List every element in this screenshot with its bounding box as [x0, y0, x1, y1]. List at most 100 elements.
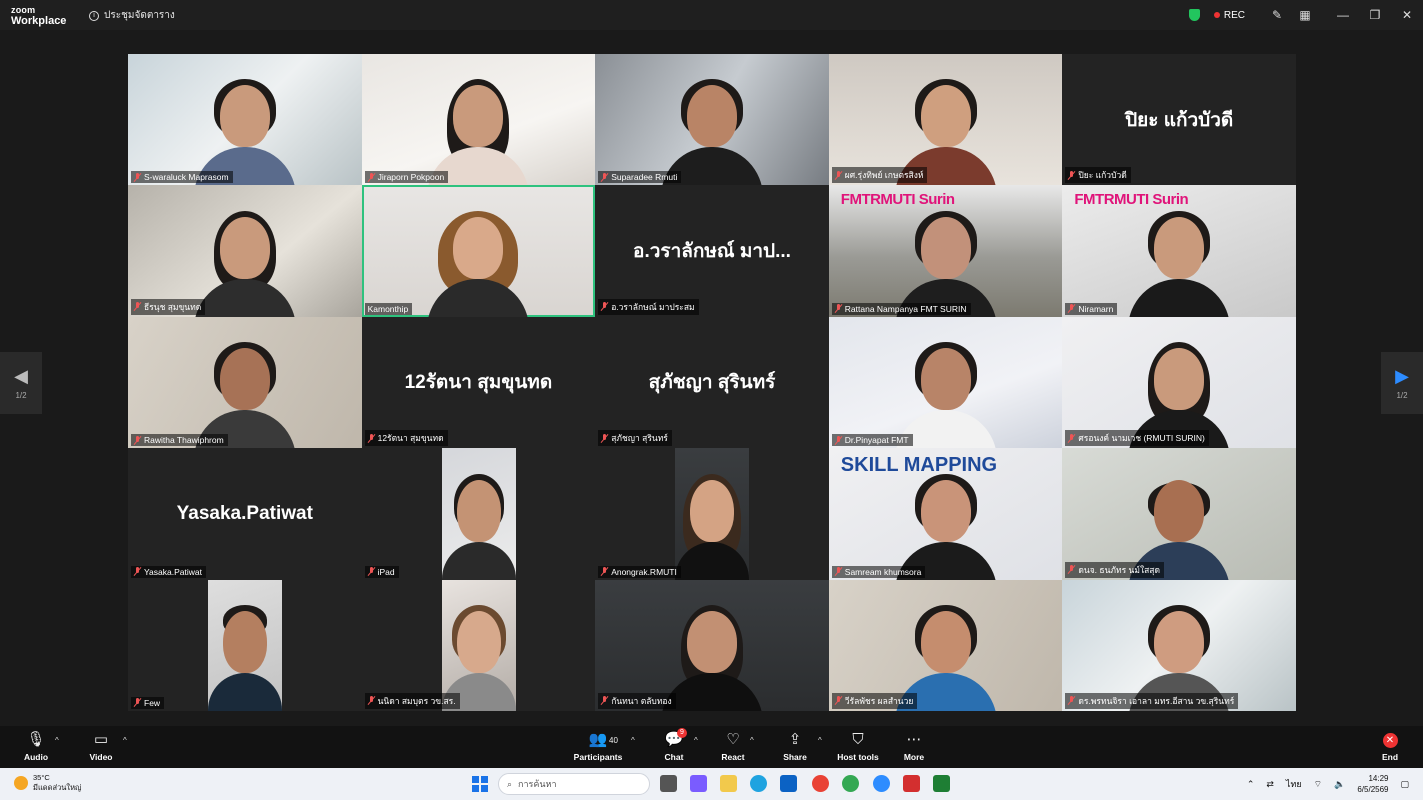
- participants-button[interactable]: 👥 Participants: [567, 730, 629, 762]
- name-tag: ผศ.รุ่งทิพย์ เกษตรสิงห์: [831, 167, 928, 184]
- chat-button[interactable]: 💬 Chat: [644, 730, 704, 762]
- participant-tile[interactable]: Few: [128, 579, 362, 711]
- participant-tile[interactable]: Yasaka.Patiwat Yasaka.Patiwat: [128, 448, 362, 580]
- chevron-up-icon[interactable]: ⌃: [1247, 779, 1255, 790]
- react-button[interactable]: ♡ React: [703, 730, 763, 762]
- name-tag: กันทนา ตลับทอง: [598, 692, 676, 709]
- participant-tile[interactable]: ผศ.รุ่งทิพย์ เกษตรสิงห์: [828, 54, 1063, 186]
- notification-icon[interactable]: ▢: [1400, 779, 1409, 790]
- participant-figure: [441, 468, 516, 580]
- participant-display-name: Yasaka.Patiwat: [176, 502, 313, 524]
- language-switch-icon[interactable]: ⇄: [1266, 779, 1274, 790]
- pdf-reader-icon[interactable]: [903, 775, 920, 792]
- participant-tile[interactable]: ศรอนงค์ นามเวช (RMUTI SURIN): [1062, 316, 1296, 449]
- participant-tile[interactable]: ดร.พรทนจิรา เอาลา มทร.อีสาน วข.สุรินทร์: [1062, 579, 1296, 711]
- participant-tile[interactable]: iPad: [361, 448, 596, 580]
- speaker-icon[interactable]: 🔈: [1334, 779, 1345, 790]
- arrow-right-icon: ▶: [1395, 365, 1409, 386]
- name-tag: Suparadee Rmuti: [598, 171, 682, 184]
- participant-name: Anongrak.RMUTI: [611, 566, 677, 577]
- search-placeholder: การค้นหา: [518, 779, 557, 789]
- shield-icon: ⛉: [852, 731, 864, 748]
- gallery-grid: S-waraluck Maprasom Jiraporn Pokpoon Sup…: [128, 54, 1296, 711]
- restore-button[interactable]: ❐: [1359, 8, 1391, 22]
- participant-video: [423, 73, 533, 186]
- close-window-button[interactable]: ✕: [1391, 8, 1423, 22]
- participant-tile[interactable]: S-waraluck Maprasom: [128, 54, 362, 186]
- chat-options-caret-icon[interactable]: ^: [694, 736, 698, 745]
- wifi-icon[interactable]: ⌔: [1314, 779, 1322, 790]
- participant-name: ศรอนงค์ นามเวช (RMUTI SURIN): [1078, 433, 1205, 444]
- sun-icon: [14, 776, 28, 790]
- participant-tile[interactable]: FMTRMUTI Surin Rattana Nampanya FMT SURI…: [828, 185, 1063, 317]
- participant-tile[interactable]: Jiraporn Pokpoon: [361, 54, 596, 186]
- zoom-logo: zoom Workplace: [11, 5, 66, 27]
- more-button[interactable]: ⋯ More: [884, 730, 944, 762]
- participant-tile[interactable]: สุภัชญา สุรินทร์ สุภัชญา สุรินทร์: [595, 316, 829, 449]
- taskbar-search[interactable]: ⌕ การค้นหา: [498, 773, 650, 795]
- share-button[interactable]: ⇪ Share: [765, 730, 825, 762]
- participant-tile[interactable]: FMTRMUTI Surin Niramarn: [1062, 185, 1296, 317]
- input-language[interactable]: ไทย: [1286, 777, 1302, 791]
- participant-tile[interactable]: Anongrak.RMUTI: [595, 448, 829, 580]
- copilot-icon[interactable]: [690, 775, 707, 792]
- name-tag: ศรอนงค์ นามเวช (RMUTI SURIN): [1065, 430, 1209, 447]
- end-meeting-button[interactable]: ✕ End: [1360, 730, 1420, 762]
- gallery-grid-icon[interactable]: ▦: [1291, 8, 1319, 22]
- edge-browser-icon[interactable]: [750, 775, 767, 792]
- clock-date: 6/5/2569: [1357, 785, 1389, 794]
- participant-tile[interactable]: อ.วราลักษณ์ มาป... อ.วราลักษณ์ มาประสม: [595, 185, 829, 317]
- logo-line-1: zoom: [11, 5, 36, 15]
- next-page-button[interactable]: ▶ 1/2: [1381, 352, 1423, 414]
- recording-indicator[interactable]: REC: [1213, 10, 1245, 21]
- participant-tile[interactable]: Dr.Pinyapat FMT: [828, 316, 1063, 449]
- participant-tile[interactable]: นนิดา สมบุตร วข.สร.: [361, 579, 596, 711]
- meeting-toolbar: 🎙 Audio ^ ▭ Video ^ 👥 Participants 40 ^ …: [0, 726, 1423, 768]
- task-view-icon[interactable]: [660, 775, 677, 792]
- participant-video: [891, 468, 1001, 580]
- security-shield-icon[interactable]: [1188, 9, 1200, 21]
- participant-tile[interactable]: SKILL MAPPING Samream khumsora: [828, 448, 1063, 580]
- minimize-button[interactable]: —: [1327, 8, 1359, 22]
- participant-tile[interactable]: 12รัตนา สุมขุนทด 12รัตนา สุมขุนทด: [361, 316, 596, 449]
- chrome-profile-icon[interactable]: [842, 775, 859, 792]
- name-tag: นนิดา สมบุตร วข.สร.: [364, 692, 460, 709]
- host-tools-button[interactable]: ⛉ Host tools: [828, 730, 888, 762]
- previous-page-button[interactable]: ◀ 1/2: [0, 352, 42, 414]
- meeting-info[interactable]: i ประชุมจัดตาราง: [89, 8, 175, 23]
- video-button[interactable]: ▭ Video: [71, 730, 131, 762]
- weather-widget[interactable]: 35°C มีแดดส่วนใหญ่: [14, 773, 81, 793]
- participant-tile-active-speaker[interactable]: Kamonthip: [361, 185, 596, 317]
- participant-tile[interactable]: ปิยะ แก้วบัวดี ปิยะ แก้วบัวดี: [1062, 54, 1296, 186]
- participant-name: ดร.พรทนจิรา เอาลา มทร.อีสาน วข.สุรินทร์: [1078, 695, 1235, 706]
- windows-start-icon[interactable]: [472, 776, 488, 792]
- participant-name: ธีรนุช สุมขุนทด: [144, 301, 202, 312]
- name-tag: Yasaka.Patiwat: [131, 565, 206, 578]
- participant-tile[interactable]: ธีรนุช สุมขุนทด: [128, 185, 362, 317]
- participant-tile[interactable]: ดนจ. ธนภัทร นม์ใสสุด: [1062, 448, 1296, 580]
- chrome-icon[interactable]: [812, 775, 829, 792]
- audio-options-caret-icon[interactable]: ^: [55, 736, 59, 745]
- mic-muted-icon: [134, 172, 141, 182]
- react-options-caret-icon[interactable]: ^: [750, 736, 754, 745]
- participant-tile[interactable]: Rawitha Thawiphrom: [128, 316, 362, 449]
- participants-options-caret-icon[interactable]: ^: [631, 736, 635, 745]
- share-label: Share: [783, 752, 807, 762]
- participant-tile[interactable]: Suparadee Rmuti: [595, 54, 829, 186]
- clock[interactable]: 14:29 6/5/2569: [1357, 773, 1388, 795]
- excel-icon[interactable]: [933, 775, 950, 792]
- video-options-caret-icon[interactable]: ^: [123, 736, 127, 745]
- store-icon[interactable]: [780, 775, 797, 792]
- participant-tile[interactable]: วีรัลพัชร ผลสำนวย: [828, 579, 1063, 711]
- audio-button[interactable]: 🎙 Audio: [6, 730, 66, 762]
- mic-muted-icon: [134, 302, 141, 311]
- participant-figure: [675, 468, 750, 580]
- participant-tile[interactable]: กันทนา ตลับทอง: [595, 579, 829, 711]
- participants-label: Participants: [573, 752, 623, 762]
- zoom-app-icon[interactable]: [873, 775, 890, 792]
- file-explorer-icon[interactable]: [720, 775, 737, 792]
- pencil-icon[interactable]: ✎: [1263, 8, 1291, 22]
- name-tag: ดร.พรทนจิรา เอาลา มทร.อีสาน วข.สุรินทร์: [1065, 692, 1239, 709]
- participant-name: Rattana Nampanya FMT SURIN: [844, 303, 967, 314]
- share-options-caret-icon[interactable]: ^: [818, 736, 822, 745]
